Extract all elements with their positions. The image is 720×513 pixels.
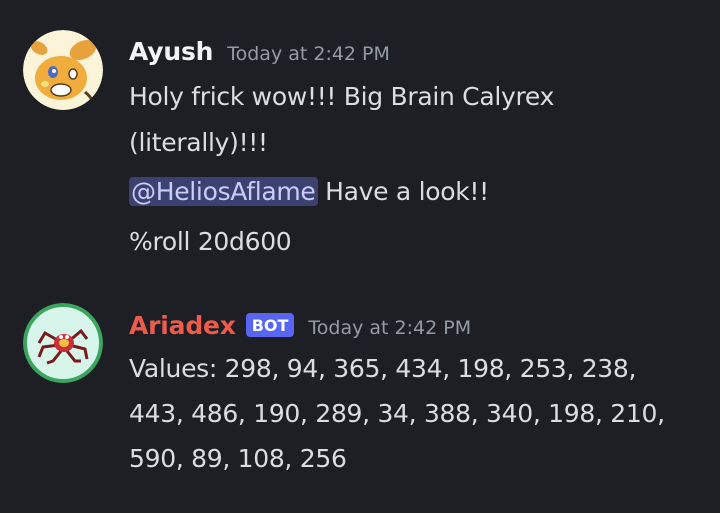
bot-tag: BOT bbox=[245, 313, 295, 337]
message-text-line: 590, 89, 108, 256 bbox=[129, 444, 347, 473]
username[interactable]: Ariadex bbox=[129, 311, 236, 340]
message-text: Have a look!! bbox=[317, 177, 489, 206]
chat-message-list: Ayush Today at 2:42 PM Holy frick wow!!!… bbox=[0, 0, 720, 513]
ariados-avatar-icon bbox=[23, 303, 103, 383]
message-text-line: Holy frick wow!!! Big Brain Calyrex bbox=[129, 82, 555, 111]
user-avatar[interactable] bbox=[23, 30, 103, 110]
timestamp[interactable]: Today at 2:42 PM bbox=[227, 43, 390, 65]
message-text-line: Values: 298, 94, 365, 434, 198, 253, 238… bbox=[129, 354, 637, 383]
user-mention[interactable]: @HeliosAflame bbox=[129, 177, 318, 206]
message-header: Ayush Today at 2:42 PM bbox=[129, 37, 390, 66]
message-header: Ariadex BOT Today at 2:42 PM bbox=[129, 311, 471, 340]
raichu-avatar-icon bbox=[23, 30, 103, 110]
message-mention-line: @HeliosAflame Have a look!! bbox=[129, 177, 489, 206]
message-text-line: (literally)!!! bbox=[129, 128, 268, 157]
timestamp[interactable]: Today at 2:42 PM bbox=[308, 317, 471, 339]
bot-avatar[interactable] bbox=[23, 303, 103, 383]
message-command-line: %roll 20d600 bbox=[129, 227, 292, 256]
username[interactable]: Ayush bbox=[129, 37, 213, 66]
message-text-line: 443, 486, 190, 289, 34, 388, 340, 198, 2… bbox=[129, 399, 665, 428]
